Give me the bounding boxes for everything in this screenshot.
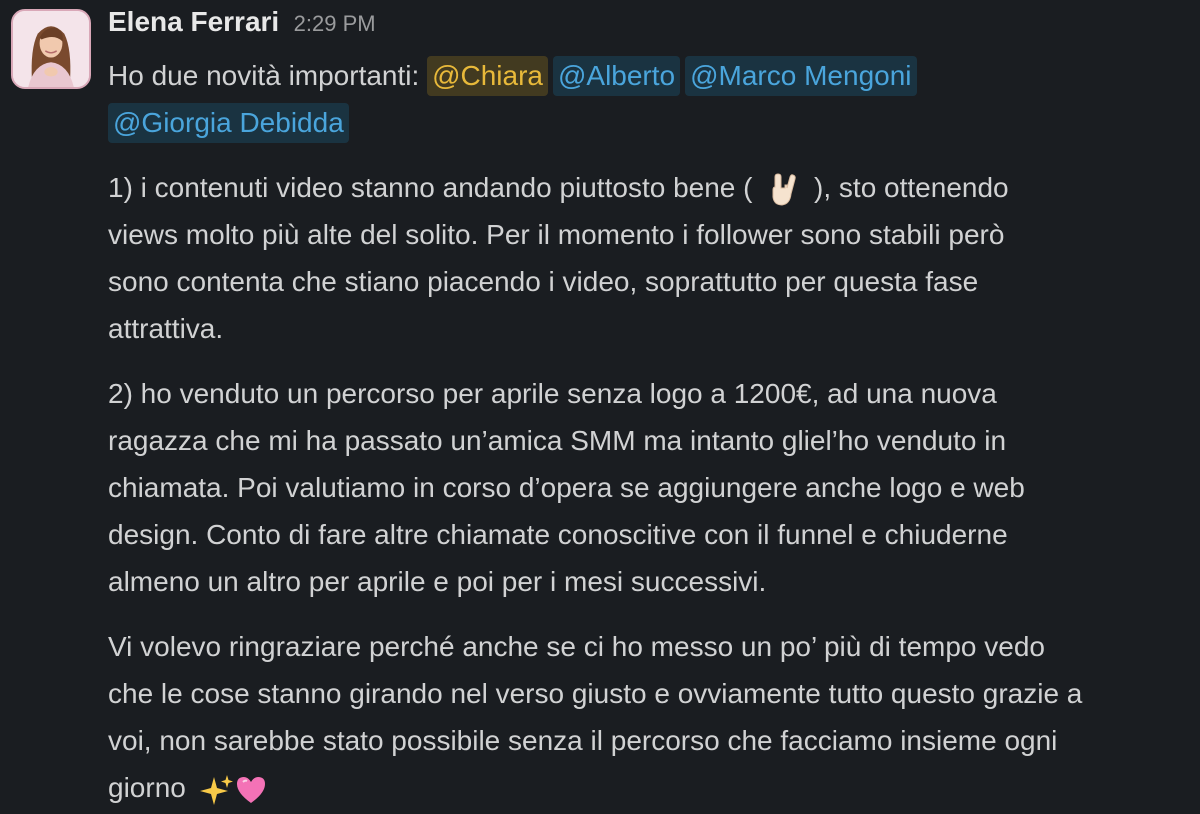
- paragraph-1-line-4: attrattiva.: [108, 313, 224, 344]
- intro-line: Ho due novità importanti: @Chiara @Albert…: [108, 52, 1200, 99]
- mention-chiara[interactable]: @Chiara: [427, 56, 548, 96]
- p1-text-before-emoji: 1) i contenuti video stanno andando piut…: [108, 172, 753, 203]
- paragraph-1-line-2: views molto più alte del solito. Per il …: [108, 219, 1005, 250]
- intro-text: Ho due novità importanti:: [108, 60, 420, 91]
- paragraph-1-line-3: sono contenta che stiano piacendo i vide…: [108, 266, 979, 297]
- paragraph-2-line-5: almeno un altro per aprile e poi per i m…: [108, 566, 767, 597]
- sender-name[interactable]: Elena Ferrari: [108, 6, 279, 37]
- mention-marco-mengoni[interactable]: @Marco Mengoni: [685, 56, 917, 96]
- paragraph-2-line-2: ragazza che mi ha passato un’amica SMM m…: [108, 425, 1007, 456]
- p3-last-word: giorno: [108, 772, 186, 803]
- mention-giorgia-debidda[interactable]: @Giorgia Debidda: [108, 103, 349, 143]
- paragraph-2-line-4: design. Conto di fare altre chiamate con…: [108, 519, 1008, 550]
- message-timestamp[interactable]: 2:29 PM: [294, 11, 376, 36]
- paragraph-1-line-1: 1) i contenuti video stanno andando piut…: [108, 164, 1200, 211]
- chat-message: Elena Ferrari 2:29 PM Ho due novità impo…: [0, 0, 1200, 814]
- paragraph-3-line-1: Vi volevo ringraziare perché anche se ci…: [108, 631, 1045, 662]
- message-header: Elena Ferrari 2:29 PM: [108, 6, 376, 38]
- paragraph-2-line-1: 2) ho venduto un percorso per aprile sen…: [108, 378, 997, 409]
- message-body: Ho due novità importanti: @Chiara @Albert…: [108, 52, 1200, 811]
- mention-line-2: @Giorgia Debidda: [108, 99, 1200, 146]
- sparkles-emoji[interactable]: [199, 773, 234, 807]
- paragraph-3-line-4: giorno: [108, 764, 1200, 811]
- rock-hand-emoji[interactable]: [766, 173, 800, 207]
- avatar[interactable]: [11, 9, 91, 89]
- pink-heart-emoji[interactable]: [234, 773, 268, 807]
- p1-text-after-emoji: ), sto ottenendo: [814, 172, 1009, 203]
- mention-alberto[interactable]: @Alberto: [552, 56, 681, 96]
- paragraph-3-line-2: che le cose stanno girando nel verso giu…: [108, 678, 1083, 709]
- paragraph-2-line-3: chiamata. Poi valutiamo in corso d’opera…: [108, 472, 1025, 503]
- paragraph-3-line-3: voi, non sarebbe stato possibile senza i…: [108, 725, 1058, 756]
